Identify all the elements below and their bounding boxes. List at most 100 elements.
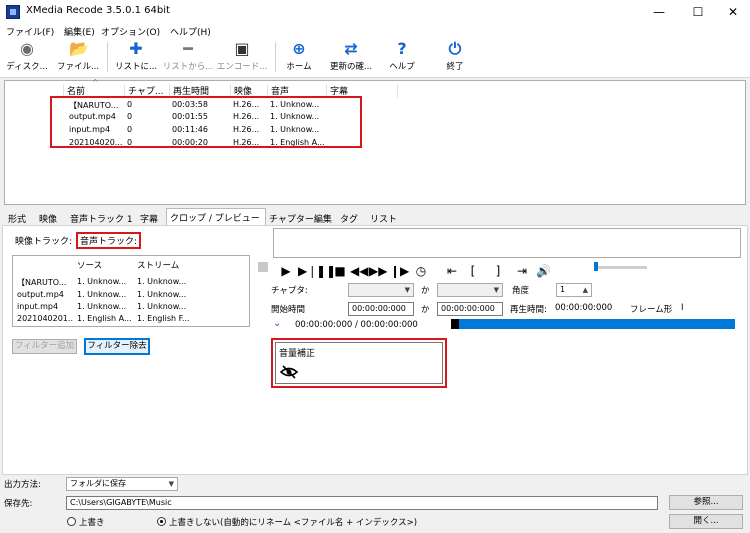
tab-audio-track[interactable]: 音声トラック 1 xyxy=(67,210,136,225)
window-title: XMedia Recode 3.5.0.1 64bit xyxy=(26,5,170,16)
stepper-icon: ▲ xyxy=(582,286,588,294)
maximize-button[interactable]: ☐ xyxy=(683,2,713,22)
cell-stream: 1. English F... xyxy=(137,314,190,323)
add-to-list-label: リストに... xyxy=(114,62,158,72)
help-button[interactable]: ? ヘルプ xyxy=(382,40,422,74)
save-path-input[interactable]: C:\Users\GIGABYTE\Music xyxy=(66,496,658,510)
tab-chapter-edit[interactable]: チャプター編集 xyxy=(266,210,335,225)
menu-help[interactable]: ヘルプ(H) xyxy=(170,25,211,38)
to-label: か xyxy=(421,286,430,296)
skip-end-icon[interactable]: ❙▶ xyxy=(390,264,409,278)
close-button[interactable]: ✕ xyxy=(718,2,748,22)
output-method-select[interactable]: フォルダに保存 ▼ xyxy=(66,477,178,491)
volume-slider[interactable] xyxy=(595,266,647,269)
column-source: ソース xyxy=(77,261,103,271)
minimize-button[interactable]: — xyxy=(644,2,674,22)
seek-bar-thumb[interactable] xyxy=(451,319,459,329)
tab-tags[interactable]: タグ xyxy=(337,210,361,225)
position-readout: 00:00:00:000 / 00:00:00:000 xyxy=(295,320,418,330)
cell-file: input.mp4 xyxy=(17,302,59,311)
pause-icon[interactable]: ❚❚ xyxy=(316,264,336,278)
remove-from-list-button[interactable]: ━ リストから... xyxy=(162,40,214,74)
cell-source: 1. English A... xyxy=(77,314,132,323)
cell-file: output.mp4 xyxy=(17,290,64,299)
chapter-end-select[interactable]: ▼ xyxy=(437,283,503,297)
angle-value: 1 xyxy=(560,285,566,294)
rewind-icon[interactable]: ◀◀ xyxy=(350,264,368,278)
start-time-input[interactable]: 00:00:00:000 xyxy=(348,302,414,316)
fast-forward-icon[interactable]: ▶▶ xyxy=(369,264,387,278)
home-button[interactable]: ⊕ ホーム xyxy=(279,40,319,74)
tab-video[interactable]: 映像 xyxy=(36,210,60,225)
minus-icon: ━ xyxy=(183,39,193,58)
filter-list[interactable]: 音量補正 xyxy=(275,342,443,384)
disc-label: ディスク... xyxy=(6,62,48,72)
go-start-icon[interactable]: ⇤ xyxy=(445,264,459,278)
cell-stream: 1. Unknow... xyxy=(137,290,187,299)
encode-icon: ▣ xyxy=(234,39,250,58)
preview-area xyxy=(273,228,741,258)
browse-button[interactable]: 参照... xyxy=(669,495,743,510)
frame-type-label: フレーム形 xyxy=(630,305,673,315)
angle-select[interactable]: 1 ▲ xyxy=(556,283,592,297)
volume-icon[interactable]: 🔊 xyxy=(536,264,551,278)
open-button[interactable]: 開く... xyxy=(669,514,743,529)
seek-bar[interactable] xyxy=(451,319,735,329)
exit-button[interactable]: ⏻ 終了 xyxy=(435,40,475,74)
volume-slider-thumb[interactable] xyxy=(594,262,598,271)
check-update-label: 更新の確... xyxy=(329,62,373,72)
file-button[interactable]: 📂 ファイル... xyxy=(55,40,101,74)
cell-stream: 1. Unknow... xyxy=(137,302,187,311)
chevron-down-icon: ▼ xyxy=(404,286,410,294)
stop-icon[interactable]: ■ xyxy=(333,264,347,278)
output-method-value: フォルダに保存 xyxy=(70,479,126,488)
cell-source: 1. Unknow... xyxy=(77,277,127,286)
encode-label: エンコード... xyxy=(216,62,268,72)
plus-icon: ✚ xyxy=(129,39,143,58)
tab-list[interactable]: リスト xyxy=(367,210,400,225)
step-forward-icon[interactable]: ▶❘ xyxy=(298,264,317,278)
add-filter-button[interactable]: フィルター追加 xyxy=(12,339,77,354)
menu-file[interactable]: ファイル(F) xyxy=(6,25,54,38)
help-icon: ? xyxy=(397,39,407,58)
collapse-chevron-icon[interactable]: ⌄ xyxy=(273,318,281,329)
eye-hidden-icon[interactable] xyxy=(280,365,298,379)
play-icon[interactable]: ▶ xyxy=(279,264,293,278)
scroll-up-button[interactable] xyxy=(258,262,268,272)
check-update-button[interactable]: ⇄ 更新の確... xyxy=(326,40,376,74)
chevron-down-icon: ▼ xyxy=(493,286,499,294)
disc-button[interactable]: ◉ ディスク... xyxy=(4,40,50,74)
overwrite-label: 上書き xyxy=(79,518,105,528)
help-label: ヘルプ xyxy=(389,62,415,72)
go-end-icon[interactable]: ⇥ xyxy=(515,264,529,278)
output-method-label: 出力方法: xyxy=(4,480,41,490)
stream-table[interactable]: ソース ストリーム 【NARUTO... 1. Unknow... 1. Unk… xyxy=(12,255,250,327)
mark-out-icon[interactable]: ] xyxy=(491,264,505,278)
start-time-label: 開始時間 xyxy=(271,305,306,315)
add-to-list-button[interactable]: ✚ リストに... xyxy=(111,40,161,74)
chapter-label: チャプタ: xyxy=(271,286,308,296)
menu-edit[interactable]: 編集(E) xyxy=(64,25,95,38)
tab-format[interactable]: 形式 xyxy=(5,210,29,225)
app-logo-icon xyxy=(6,5,20,19)
remove-filter-button[interactable]: フィルター除去 xyxy=(84,338,150,355)
to-label: か xyxy=(421,305,430,315)
audio-track-tab[interactable]: 音声トラック: xyxy=(76,232,142,249)
mark-in-icon[interactable]: [ xyxy=(466,264,480,278)
tab-subtitle[interactable]: 字幕 xyxy=(137,210,161,225)
chevron-down-icon: ▼ xyxy=(168,480,174,488)
save-path-label: 保存先: xyxy=(4,499,33,509)
video-track-tab[interactable]: 映像トラック: xyxy=(15,234,72,247)
globe-icon: ⊕ xyxy=(292,39,306,58)
clock-icon[interactable]: ◷ xyxy=(414,264,428,278)
chapter-start-select[interactable]: ▼ xyxy=(348,283,414,297)
toolbar-separator xyxy=(275,42,276,72)
home-label: ホーム xyxy=(286,62,312,72)
encode-button[interactable]: ▣ エンコード... xyxy=(215,40,269,74)
no-overwrite-radio[interactable] xyxy=(157,517,166,526)
playtime-value: 00:00:00:000 xyxy=(555,303,613,313)
end-time-input[interactable]: 00:00:00:000 xyxy=(437,302,503,316)
overwrite-radio[interactable] xyxy=(67,517,76,526)
cell-file: 【NARUTO... xyxy=(17,278,67,287)
menu-options[interactable]: オプション(O) xyxy=(101,25,160,38)
